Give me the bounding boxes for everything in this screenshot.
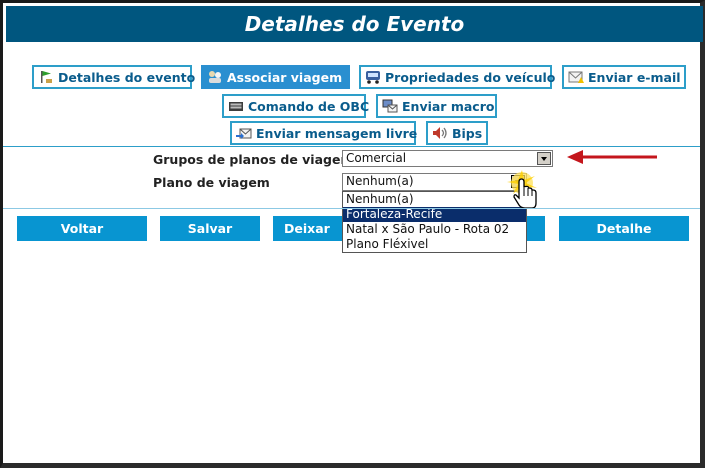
- truck-icon: [365, 70, 381, 84]
- list-item[interactable]: Plano Fléxivel: [343, 237, 526, 252]
- deixar-button[interactable]: Deixar Pe: [273, 216, 342, 241]
- tab-comando-obc[interactable]: Comando de OBC: [222, 94, 369, 118]
- plano-select[interactable]: Nenhum(a): [342, 173, 527, 191]
- flag-icon: [38, 70, 54, 84]
- envelope-warning-icon: [568, 70, 584, 84]
- list-item[interactable]: Natal x São Paulo - Rota 02: [343, 222, 526, 237]
- tab-detalhes-evento[interactable]: Detalhes do evento: [32, 65, 195, 89]
- envelope-arrow-icon: [236, 126, 252, 140]
- tab-enviar-macro[interactable]: Enviar macro: [376, 94, 497, 118]
- envelope-computer-icon: [382, 99, 398, 113]
- divider-bottom: [3, 208, 700, 209]
- tab-enviar-mensagem-livre[interactable]: Enviar mensagem livre: [230, 121, 417, 145]
- voltar-button[interactable]: Voltar: [17, 216, 147, 241]
- people-icon: [207, 70, 223, 84]
- page-title: Detalhes do Evento: [244, 12, 465, 36]
- keyboard-icon: [228, 99, 244, 113]
- list-item-selected[interactable]: Fortaleza-Recife: [343, 207, 526, 222]
- plano-dropdown-list: Nenhum(a) Fortaleza-Recife Natal x São P…: [342, 191, 527, 253]
- plano-label: Plano de viagem: [153, 175, 270, 190]
- title-bar: Detalhes do Evento: [6, 6, 703, 42]
- tab-propriedades-veiculo[interactable]: Propriedades do veículo: [359, 65, 555, 89]
- speaker-icon: [432, 126, 448, 140]
- tab-associar-viagem[interactable]: Associar viagem: [201, 65, 350, 89]
- hidden-button-fragment[interactable]: [527, 216, 545, 241]
- divider-top: [3, 146, 700, 147]
- salvar-button[interactable]: Salvar: [160, 216, 260, 241]
- red-arrow-icon: [567, 150, 657, 164]
- grupos-label: Grupos de planos de viagem: [153, 152, 354, 167]
- tab-enviar-email[interactable]: Enviar e-mail: [562, 65, 686, 89]
- chevron-down-icon[interactable]: [537, 152, 551, 165]
- tab-bips[interactable]: Bips: [426, 121, 488, 145]
- detalhe-button[interactable]: Detalhe: [559, 216, 689, 241]
- grupos-select[interactable]: Comercial: [342, 150, 553, 167]
- list-item[interactable]: Nenhum(a): [343, 192, 526, 207]
